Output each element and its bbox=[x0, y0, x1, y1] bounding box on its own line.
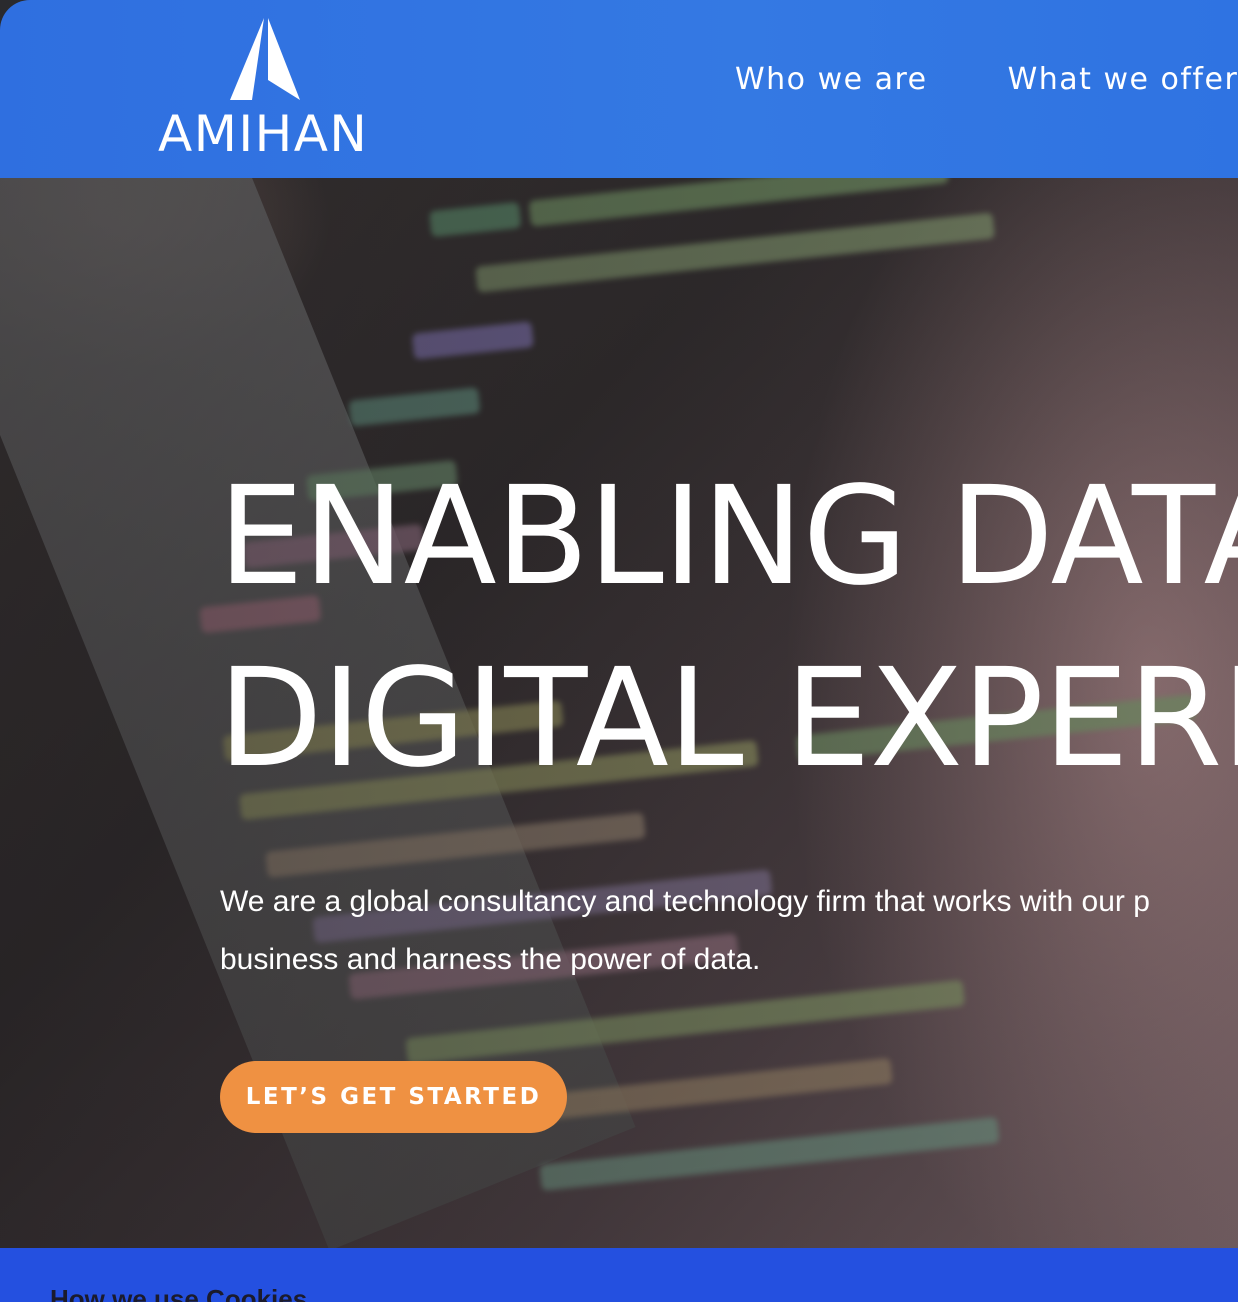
get-started-button[interactable]: LET’S GET STARTED bbox=[220, 1061, 567, 1133]
hero-subtext-line-2: business and harness the power of data. bbox=[220, 943, 761, 976]
logo-wordmark: AMIHAN bbox=[158, 105, 369, 163]
hero-headline: ENABLING DATA DIGITAL EXPERIE bbox=[218, 446, 1238, 810]
nav-who-we-are-label: Who we are bbox=[735, 62, 928, 97]
cookie-banner: How we use Cookies bbox=[0, 1248, 1238, 1302]
nav-what-we-offer[interactable]: What we offer bbox=[1008, 62, 1238, 97]
amihan-logo-mark-icon bbox=[230, 18, 300, 100]
nav-what-we-offer-label: What we offer bbox=[1007, 62, 1238, 97]
cookie-banner-title: How we use Cookies bbox=[50, 1284, 308, 1302]
hero-subtext: We are a global consultancy and technolo… bbox=[220, 873, 1150, 989]
nav-who-we-are[interactable]: Who we are bbox=[735, 62, 928, 97]
site-header: AMIHAN Who we are What we offer bbox=[0, 0, 1238, 178]
hero-headline-line-2: DIGITAL EXPERIE bbox=[218, 640, 1238, 798]
amihan-logo[interactable]: AMIHAN bbox=[158, 18, 378, 163]
hero-section: ENABLING DATA DIGITAL EXPERIE We are a g… bbox=[0, 178, 1238, 1248]
hero-subtext-line-1: We are a global consultancy and technolo… bbox=[220, 885, 1150, 918]
hero-headline-line-1: ENABLING DATA bbox=[218, 458, 1238, 616]
main-nav: Who we are What we offer bbox=[735, 62, 1238, 97]
